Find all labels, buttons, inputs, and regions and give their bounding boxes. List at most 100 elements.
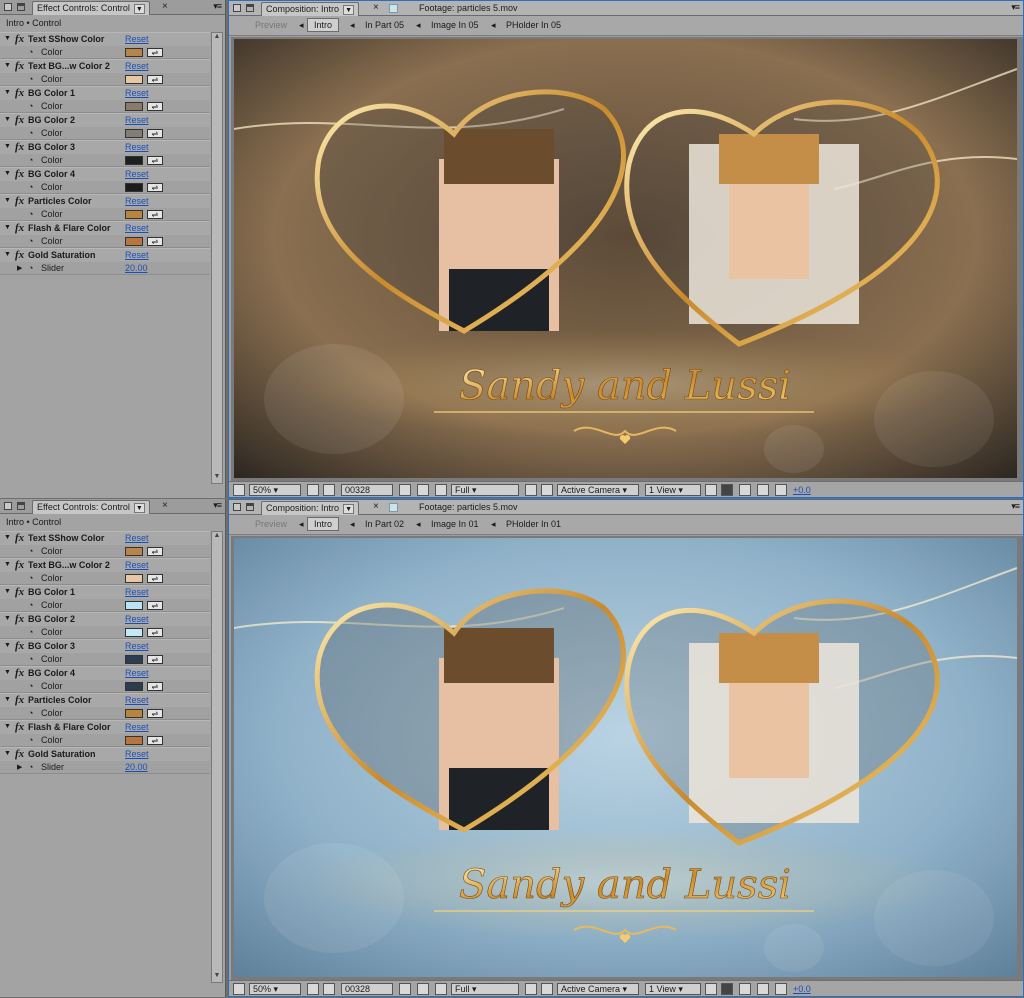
stopwatch-icon[interactable]: ◔ (28, 236, 33, 246)
fx-icon[interactable]: fx (15, 721, 24, 733)
eyedropper-icon[interactable]: ⇌ (147, 709, 163, 718)
fx-icon[interactable]: fx (15, 33, 24, 45)
color-param-row[interactable]: ◔ Color ⇌ (0, 46, 210, 59)
expand-triangle-icon[interactable]: ▶ (17, 763, 22, 771)
color-swatch[interactable] (125, 574, 143, 583)
fx-icon[interactable]: fx (15, 694, 24, 706)
fx-icon[interactable]: fx (15, 60, 24, 72)
color-param-row[interactable]: ◔ Color ⇌ (0, 572, 210, 585)
panel-menu-icon[interactable]: ▾≡ (1011, 501, 1020, 512)
always-preview-icon[interactable] (233, 484, 245, 496)
effect-row[interactable]: ▼ fx Text BG...w Color 2 Reset (0, 558, 210, 572)
fx-icon[interactable]: fx (15, 249, 24, 261)
color-swatch[interactable] (125, 628, 143, 637)
stopwatch-icon[interactable]: ◔ (28, 708, 33, 718)
flow-arrow-left-icon[interactable]: ◂ (299, 519, 304, 530)
stopwatch-icon[interactable]: ◔ (28, 74, 33, 84)
camera-select[interactable]: Active Camera ▾ (557, 484, 639, 496)
reset-link[interactable]: Reset (125, 641, 149, 651)
eyedropper-icon[interactable]: ⇌ (147, 129, 163, 138)
reset-link[interactable]: Reset (125, 560, 149, 570)
timeline-icon[interactable] (739, 983, 751, 995)
expand-triangle-icon[interactable]: ▼ (4, 116, 11, 123)
pixel-aspect-icon[interactable] (705, 983, 717, 995)
expand-triangle-icon[interactable]: ▼ (4, 35, 11, 42)
reset-link[interactable]: Reset (125, 533, 149, 543)
expand-triangle-icon[interactable]: ▼ (4, 89, 11, 96)
effect-row[interactable]: ▼ fx BG Color 4 Reset (0, 666, 210, 680)
color-swatch[interactable] (125, 48, 143, 57)
color-swatch[interactable] (125, 547, 143, 556)
scroll-down-icon[interactable]: ▼ (212, 473, 222, 483)
stopwatch-icon[interactable]: ◔ (28, 762, 33, 772)
flowchart-icon[interactable] (757, 983, 769, 995)
eyedropper-icon[interactable]: ⇌ (147, 736, 163, 745)
fx-icon[interactable]: fx (15, 195, 24, 207)
stopwatch-icon[interactable]: ◔ (28, 546, 33, 556)
color-param-row[interactable]: ◔ Color ⇌ (0, 707, 210, 720)
panel-grip-icon[interactable] (233, 503, 241, 511)
effect-row[interactable]: ▼ fx BG Color 1 Reset (0, 585, 210, 599)
view-layout-select[interactable]: 1 View ▾ (645, 983, 701, 995)
color-swatch[interactable] (125, 102, 143, 111)
fx-icon[interactable]: fx (15, 559, 24, 571)
expand-triangle-icon[interactable]: ▼ (4, 534, 11, 541)
resolution-select[interactable]: Full ▾ (451, 983, 519, 995)
eyedropper-icon[interactable]: ⇌ (147, 183, 163, 192)
expand-triangle-icon[interactable]: ▼ (4, 615, 11, 622)
always-preview-icon[interactable] (233, 983, 245, 995)
effect-row[interactable]: ▼ fx Gold Saturation Reset (0, 747, 210, 761)
chevron-down-icon[interactable]: ▼ (133, 4, 145, 14)
color-param-row[interactable]: ◔ Color ⇌ (0, 653, 210, 666)
fx-icon[interactable]: fx (15, 667, 24, 679)
flow-item[interactable]: In Part 05 (365, 20, 404, 30)
pixel-aspect-icon[interactable] (705, 484, 717, 496)
eyedropper-icon[interactable]: ⇌ (147, 237, 163, 246)
reset-link[interactable]: Reset (125, 196, 149, 206)
chevron-down-icon[interactable]: ▼ (343, 504, 355, 514)
expand-triangle-icon[interactable]: ▼ (4, 642, 11, 649)
reset-exposure-icon[interactable] (775, 484, 787, 496)
tab-composition[interactable]: Composition: Intro ▼ (261, 2, 360, 16)
reset-link[interactable]: Reset (125, 722, 149, 732)
reset-link[interactable]: Reset (125, 115, 149, 125)
resolution-select[interactable]: Full ▾ (451, 484, 519, 496)
zoom-select[interactable]: 50% ▾ (249, 983, 301, 995)
eyedropper-icon[interactable]: ⇌ (147, 210, 163, 219)
lock-icon[interactable] (246, 4, 254, 12)
vertical-scrollbar[interactable]: ▲ ▼ (211, 531, 223, 983)
scroll-up-icon[interactable]: ▲ (212, 33, 222, 43)
close-icon[interactable]: × (162, 1, 168, 12)
lock-icon[interactable] (17, 3, 25, 11)
eyedropper-icon[interactable]: ⇌ (147, 682, 163, 691)
color-swatch[interactable] (125, 655, 143, 664)
slider-value[interactable]: 20.00 (125, 263, 148, 273)
color-param-row[interactable]: ◔ Color ⇌ (0, 545, 210, 558)
flow-arrow-left-icon[interactable]: ◂ (299, 20, 304, 31)
timeline-icon[interactable] (739, 484, 751, 496)
fx-icon[interactable]: fx (15, 586, 24, 598)
color-param-row[interactable]: ◔ Color ⇌ (0, 127, 210, 140)
color-param-row[interactable]: ◔ Color ⇌ (0, 235, 210, 248)
safe-areas-icon[interactable] (307, 983, 319, 995)
stopwatch-icon[interactable]: ◔ (28, 182, 33, 192)
camera-select[interactable]: Active Camera ▾ (557, 983, 639, 995)
flow-item[interactable]: Image In 05 (431, 20, 479, 30)
view-layout-select[interactable]: 1 View ▾ (645, 484, 701, 496)
camera-snapshot-icon[interactable] (399, 983, 411, 995)
eyedropper-icon[interactable]: ⇌ (147, 628, 163, 637)
expand-triangle-icon[interactable]: ▼ (4, 588, 11, 595)
eyedropper-icon[interactable]: ⇌ (147, 574, 163, 583)
flow-preview[interactable]: Preview (255, 20, 287, 30)
reset-link[interactable]: Reset (125, 169, 149, 179)
exposure-value[interactable]: +0.0 (793, 984, 811, 994)
panel-menu-icon[interactable]: ▾≡ (1011, 2, 1020, 13)
eyedropper-icon[interactable]: ⇌ (147, 48, 163, 57)
region-of-interest-icon[interactable] (525, 484, 537, 496)
eyedropper-icon[interactable]: ⇌ (147, 75, 163, 84)
color-channels-icon[interactable] (435, 983, 447, 995)
color-swatch[interactable] (125, 682, 143, 691)
tab-footage[interactable]: Footage: particles 5.mov (419, 502, 518, 512)
eyedropper-icon[interactable]: ⇌ (147, 156, 163, 165)
tab-effect-controls[interactable]: Effect Controls: Control ▼ (32, 1, 150, 15)
